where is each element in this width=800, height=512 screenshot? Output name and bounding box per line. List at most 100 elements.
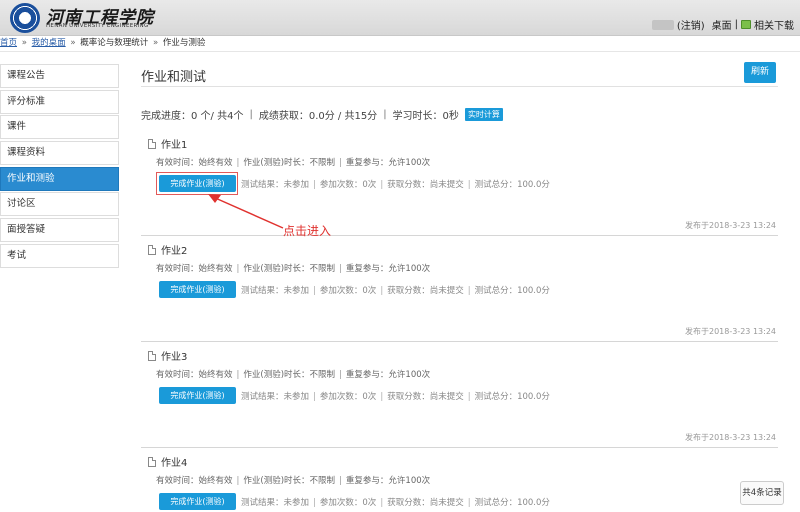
- obtained-score: 获取分数：尚未提交: [387, 498, 464, 508]
- repeat-limit: 重复参与：允许100次: [345, 158, 431, 168]
- homework-title[interactable]: 作业1: [161, 136, 187, 151]
- sidebar-item-homework[interactable]: 作业和测验: [0, 166, 119, 191]
- duration: 作业(测验)时长：不限制: [243, 158, 336, 168]
- result-separator: |: [380, 180, 384, 190]
- meta-separator: |: [339, 370, 342, 380]
- homework-item: 作业3 有效时间：始终有效 | 作业(测验)时长：不限制 | 重复参与：允许100次 完…: [141, 346, 778, 448]
- valid-time: 有效时间：始终有效: [156, 476, 233, 486]
- start-homework-button[interactable]: 完成作业(测验): [159, 281, 236, 298]
- homework-meta: 有效时间：始终有效 | 作业(测验)时长：不限制 | 重复参与：允许100次: [156, 474, 430, 486]
- breadcrumb-separator: »: [70, 38, 76, 48]
- progress-summary: 完成进度：0 个/ 共4个 | 成绩获取：0.0分 / 共15分 | 学习时长：…: [141, 107, 503, 122]
- repeat-limit: 重复参与：允许100次: [345, 476, 431, 486]
- result-separator: |: [467, 286, 471, 296]
- attempt-count: 参加次数：0次: [319, 392, 377, 402]
- sidebar-item-announcements[interactable]: 课程公告: [0, 64, 119, 88]
- breadcrumb-desk[interactable]: 我的桌面: [32, 38, 66, 48]
- sidebar-item-discussion[interactable]: 讨论区: [0, 192, 119, 217]
- test-result: 测试结果：未参加: [241, 180, 310, 190]
- breadcrumb-separator: »: [21, 38, 27, 48]
- meta-separator: |: [236, 370, 240, 380]
- start-homework-button[interactable]: 完成作业(测验): [159, 387, 236, 404]
- test-result: 测试结果：未参加: [241, 392, 310, 402]
- sidebar-item-courseware[interactable]: 课件: [0, 115, 119, 140]
- page-title: 作业和测试: [141, 70, 207, 85]
- homework-meta: 有效时间：始终有效 | 作业(测验)时长：不限制 | 重复参与：允许100次: [156, 156, 430, 168]
- homework-title-row: 作业2: [148, 242, 187, 257]
- publish-date: 发布于2018-3-23 13:24: [685, 221, 776, 230]
- duration: 作业(测验)时长：不限制: [243, 370, 336, 380]
- document-icon: [148, 244, 156, 255]
- header-separator: |: [734, 19, 738, 30]
- homework-meta: 有效时间：始终有效 | 作业(测验)时长：不限制 | 重复参与：允许100次: [156, 368, 430, 380]
- sidebar-item-qa[interactable]: 面授答疑: [0, 218, 119, 243]
- breadcrumb-separator: »: [152, 38, 159, 48]
- refresh-button[interactable]: 刷新: [744, 62, 776, 83]
- university-logo-icon: [10, 3, 40, 33]
- homework-title[interactable]: 作业4: [161, 454, 187, 469]
- homework-meta: 有效时间：始终有效 | 作业(测验)时长：不限制 | 重复参与：允许100次: [156, 262, 430, 274]
- total-score: 测试总分：100.0分: [474, 180, 550, 190]
- download-link[interactable]: 相关下载: [754, 17, 794, 32]
- homework-title-row: 作业1: [148, 136, 187, 151]
- total-score: 测试总分：100.0分: [474, 286, 550, 296]
- attempt-count: 参加次数：0次: [319, 498, 377, 508]
- homework-title[interactable]: 作业3: [161, 348, 187, 363]
- total-score: 测试总分：100.0分: [474, 498, 550, 508]
- test-result: 测试结果：未参加: [241, 498, 310, 508]
- sidebar-item-grading[interactable]: 评分标准: [0, 89, 119, 114]
- breadcrumb-home[interactable]: 首页: [0, 38, 17, 48]
- start-homework-button[interactable]: 完成作业(测验): [159, 493, 236, 510]
- homework-result: 测试结果：未参加 | 参加次数：0次 | 获取分数：尚未提交 | 测试总分：100.0分: [241, 390, 550, 402]
- sidebar-item-exam[interactable]: 考试: [0, 243, 119, 268]
- logout-link[interactable]: (注销): [677, 17, 705, 32]
- valid-time: 有效时间：始终有效: [156, 370, 233, 380]
- repeat-limit: 重复参与：允许100次: [345, 370, 431, 380]
- document-icon: [148, 350, 156, 361]
- sidebar-nav: 课程公告 评分标准 课件 课程资料 作业和测验 讨论区 面授答疑 考试: [0, 64, 119, 270]
- result-separator: |: [467, 392, 471, 402]
- result-separator: |: [313, 286, 316, 296]
- progress-score: 成绩获取：0.0分 / 共15分: [258, 111, 378, 122]
- duration: 作业(测验)时长：不限制: [243, 476, 336, 486]
- sidebar-item-materials[interactable]: 课程资料: [0, 141, 119, 166]
- desktop-link[interactable]: 桌面: [712, 17, 732, 32]
- result-separator: |: [313, 392, 316, 402]
- document-icon: [148, 456, 156, 467]
- publish-date: 发布于2018-3-23 13:24: [685, 433, 776, 442]
- download-icon: [741, 20, 751, 29]
- obtained-score: 获取分数：尚未提交: [387, 180, 464, 190]
- start-homework-button[interactable]: 完成作业(测验): [159, 175, 236, 192]
- record-count-badge: 共4条记录: [740, 481, 784, 505]
- breadcrumb: 首页 » 我的桌面 » 概率论与数理统计 » 作业与测验: [0, 36, 800, 52]
- breadcrumb-course: 概率论与数理统计: [80, 38, 149, 48]
- homework-title[interactable]: 作业2: [161, 242, 187, 257]
- realtime-calc-button[interactable]: 实时计算: [464, 108, 503, 121]
- attempt-count: 参加次数：0次: [319, 286, 377, 296]
- obtained-score: 获取分数：尚未提交: [387, 392, 464, 402]
- summary-separator: |: [383, 109, 387, 120]
- homework-item: 作业4 有效时间：始终有效 | 作业(测验)时长：不限制 | 重复参与：允许100次 完…: [141, 452, 778, 512]
- homework-result: 测试结果：未参加 | 参加次数：0次 | 获取分数：尚未提交 | 测试总分：100.0分: [241, 496, 550, 508]
- valid-time: 有效时间：始终有效: [156, 264, 233, 274]
- progress-time: 学习时长：0秒: [392, 111, 459, 122]
- document-icon: [148, 138, 156, 149]
- breadcrumb-current: 作业与测验: [162, 38, 206, 48]
- result-separator: |: [313, 180, 316, 190]
- result-separator: |: [313, 498, 316, 508]
- result-separator: |: [467, 180, 471, 190]
- result-separator: |: [380, 392, 384, 402]
- top-header: 河南工程学院 HENAN UNIVERSITY ENGINEERING (注销)…: [0, 0, 800, 36]
- homework-result: 测试结果：未参加 | 参加次数：0次 | 获取分数：尚未提交 | 测试总分：100.0分: [241, 284, 550, 296]
- title-divider: [141, 86, 778, 87]
- homework-result: 测试结果：未参加 | 参加次数：0次 | 获取分数：尚未提交 | 测试总分：100.0分: [241, 178, 550, 190]
- homework-title-row: 作业4: [148, 454, 187, 469]
- homework-title-row: 作业3: [148, 348, 187, 363]
- total-score: 测试总分：100.0分: [474, 392, 550, 402]
- meta-separator: |: [339, 158, 342, 168]
- repeat-limit: 重复参与：允许100次: [345, 264, 431, 274]
- homework-item: 作业1 有效时间：始终有效 | 作业(测验)时长：不限制 | 重复参与：允许100次 完…: [141, 134, 778, 236]
- homework-item: 作业2 有效时间：始终有效 | 作业(测验)时长：不限制 | 重复参与：允许100次 完…: [141, 240, 778, 342]
- result-separator: |: [380, 498, 384, 508]
- logo-subtitle: HENAN UNIVERSITY ENGINEERING: [46, 23, 149, 29]
